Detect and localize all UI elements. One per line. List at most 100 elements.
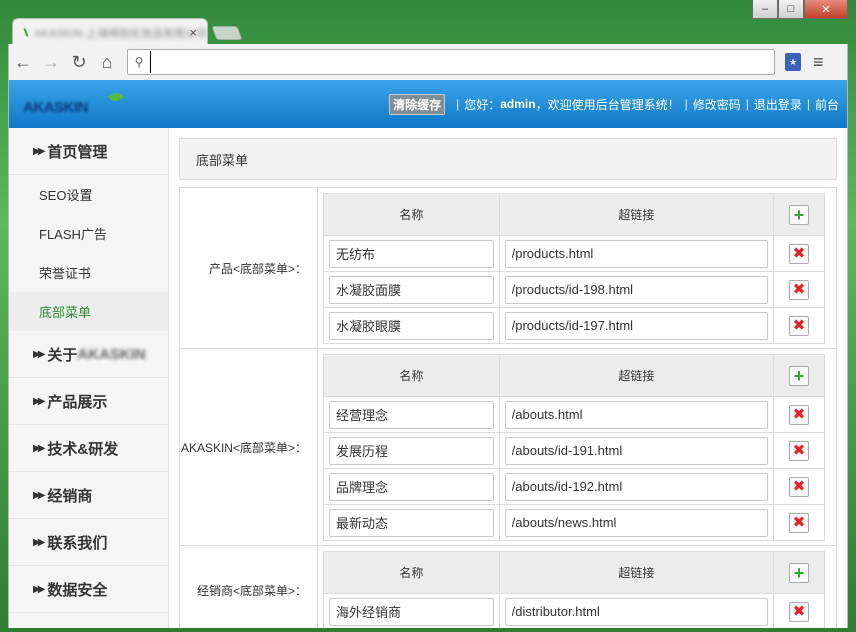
- menu-name-input[interactable]: [329, 508, 494, 537]
- separator: |: [745, 97, 749, 111]
- link-cell: [498, 468, 775, 505]
- change-password-link[interactable]: 修改密码: [693, 96, 741, 113]
- action-cell: ✖: [773, 307, 825, 344]
- clear-cache-button[interactable]: 清除缓存: [389, 93, 446, 115]
- group-label: 产品<底部菜单>：: [180, 188, 318, 348]
- close-window-button[interactable]: ✕: [804, 0, 848, 19]
- reload-icon[interactable]: ↻: [65, 48, 93, 76]
- browser-window: AKASKIN-上海缔刻化妆品有限公司 × – □ ✕ ← → ↻ ⌂ ⚲ ★ …: [0, 0, 856, 632]
- table-header-row: 名称 超链接 +: [323, 551, 825, 594]
- address-input[interactable]: [150, 51, 774, 73]
- delete-icon[interactable]: ✖: [789, 279, 810, 300]
- column-header-name: 名称: [323, 354, 500, 397]
- menu-link-input[interactable]: [504, 275, 769, 304]
- sidebar-item-honors[interactable]: 荣誉证书: [9, 253, 168, 292]
- delete-icon[interactable]: ✖: [789, 512, 810, 533]
- logo: AKASKIN: [23, 89, 133, 119]
- bookmark-icon[interactable]: ★: [785, 53, 801, 71]
- home-icon[interactable]: ⌂: [93, 48, 121, 76]
- sidebar-cat-about[interactable]: ▶▶ 关于 AKASKIN: [9, 331, 168, 378]
- link-cell: [498, 307, 775, 344]
- logo-leaf-icon: [107, 90, 125, 104]
- sidebar-item-seo[interactable]: SEO设置: [9, 175, 168, 214]
- name-cell: [323, 504, 500, 541]
- menu-name-input[interactable]: [329, 400, 494, 429]
- sidebar-cat-label: 经销商: [47, 487, 93, 505]
- menu-name-input[interactable]: [329, 436, 494, 465]
- browser-tab[interactable]: AKASKIN-上海缔刻化妆品有限公司 ×: [12, 18, 208, 46]
- group-label: 经销商<底部菜单>：: [180, 546, 318, 628]
- column-header-link: 超链接: [498, 551, 775, 594]
- sidebar-cat-label-suffix: AKASKIN: [77, 345, 146, 363]
- link-cell: [498, 235, 775, 272]
- delete-icon[interactable]: ✖: [789, 476, 810, 497]
- menu-name-input[interactable]: [329, 311, 494, 340]
- forward-icon[interactable]: →: [37, 48, 65, 76]
- menu-link-input[interactable]: [504, 311, 769, 340]
- group-body: 名称超链接 + ✖: [318, 546, 836, 628]
- sidebar-cat-home[interactable]: ▶▶ 首页管理: [9, 128, 168, 175]
- action-cell: ✖: [773, 235, 825, 272]
- menu-name-input[interactable]: [329, 275, 494, 304]
- sidebar-item-footer-menu[interactable]: 底部菜单: [9, 292, 168, 331]
- tab-close-icon[interactable]: ×: [189, 25, 197, 40]
- delete-icon[interactable]: ✖: [789, 404, 810, 425]
- add-icon[interactable]: +: [789, 365, 810, 386]
- menu-link-input[interactable]: [504, 597, 769, 626]
- main-content: 底部菜单 产品<底部菜单>：名称超链接+✖✖✖AKASKIN<底部菜单>：名称超…: [169, 128, 847, 628]
- column-header-action: +: [773, 551, 825, 594]
- menu-table: 名称超链接 + ✖ ✖ ✖: [323, 193, 825, 344]
- sidebar-cat-products[interactable]: ▶▶ 产品展示: [9, 378, 168, 425]
- menu-link-input[interactable]: [504, 239, 769, 268]
- back-icon[interactable]: ←: [9, 48, 37, 76]
- menu-link-input[interactable]: [504, 508, 769, 537]
- delete-icon[interactable]: ✖: [789, 601, 810, 622]
- table-row: ✖: [323, 271, 825, 308]
- top-nav: 清除缓存 | 您好： admin ，欢迎使用后台管理系统！ | 修改密码 | 退…: [389, 93, 839, 115]
- menu-link-input[interactable]: [504, 472, 769, 501]
- menu-icon[interactable]: ≡: [813, 52, 824, 73]
- column-header-link: 超链接: [498, 193, 775, 236]
- separator: |: [806, 97, 810, 111]
- sidebar-cat-contact[interactable]: ▶▶ 联系我们: [9, 519, 168, 566]
- minimize-button[interactable]: –: [752, 0, 778, 19]
- greeting-prefix: 您好：: [464, 97, 501, 112]
- maximize-button[interactable]: □: [778, 0, 804, 19]
- delete-icon[interactable]: ✖: [789, 315, 810, 336]
- column-header-action: +: [773, 193, 825, 236]
- menu-group: AKASKIN<底部菜单>：名称超链接 + ✖ ✖ ✖ ✖: [180, 349, 836, 546]
- name-cell: [323, 307, 500, 344]
- delete-icon[interactable]: ✖: [789, 440, 810, 461]
- double-arrow-icon: ▶▶: [33, 395, 46, 407]
- link-cell: [498, 396, 775, 433]
- menu-group: 经销商<底部菜单>：名称超链接 + ✖: [180, 546, 836, 628]
- action-cell: ✖: [773, 593, 825, 628]
- delete-icon[interactable]: ✖: [789, 243, 810, 264]
- table-row: ✖: [323, 593, 825, 628]
- favicon-leaf-icon: [23, 27, 29, 38]
- menu-name-input[interactable]: [329, 472, 494, 501]
- double-arrow-icon: ▶▶: [33, 583, 46, 595]
- title-bar: AKASKIN-上海缔刻化妆品有限公司 × – □ ✕: [0, 0, 856, 46]
- new-tab-button[interactable]: [211, 26, 243, 40]
- logout-link[interactable]: 退出登录: [754, 96, 802, 113]
- menu-name-input[interactable]: [329, 597, 494, 626]
- menu-name-input[interactable]: [329, 239, 494, 268]
- sidebar-cat-tech[interactable]: ▶▶ 技术&研发: [9, 425, 168, 472]
- add-icon[interactable]: +: [789, 204, 810, 225]
- sidebar-cat-data-security[interactable]: ▶▶ 数据安全: [9, 566, 168, 613]
- menu-link-input[interactable]: [504, 436, 769, 465]
- frontend-link[interactable]: 前台: [815, 96, 839, 113]
- double-arrow-icon: ▶▶: [33, 536, 46, 548]
- name-cell: [323, 271, 500, 308]
- greeting-suffix: ，欢迎使用后台管理系统！: [535, 97, 680, 112]
- table-row: ✖: [323, 432, 825, 469]
- add-icon[interactable]: +: [789, 562, 810, 583]
- page-viewport: AKASKIN 清除缓存 | 您好： admin ，欢迎使用后台管理系统！ | …: [8, 80, 848, 628]
- sidebar-item-flash[interactable]: FLASH广告: [9, 214, 168, 253]
- sidebar-cat-dealers[interactable]: ▶▶ 经销商: [9, 472, 168, 519]
- link-cell: [498, 593, 775, 628]
- logo-text: AKASKIN: [23, 99, 88, 116]
- menu-link-input[interactable]: [504, 400, 769, 429]
- menu-table: 名称超链接 + ✖ ✖ ✖ ✖: [323, 354, 825, 541]
